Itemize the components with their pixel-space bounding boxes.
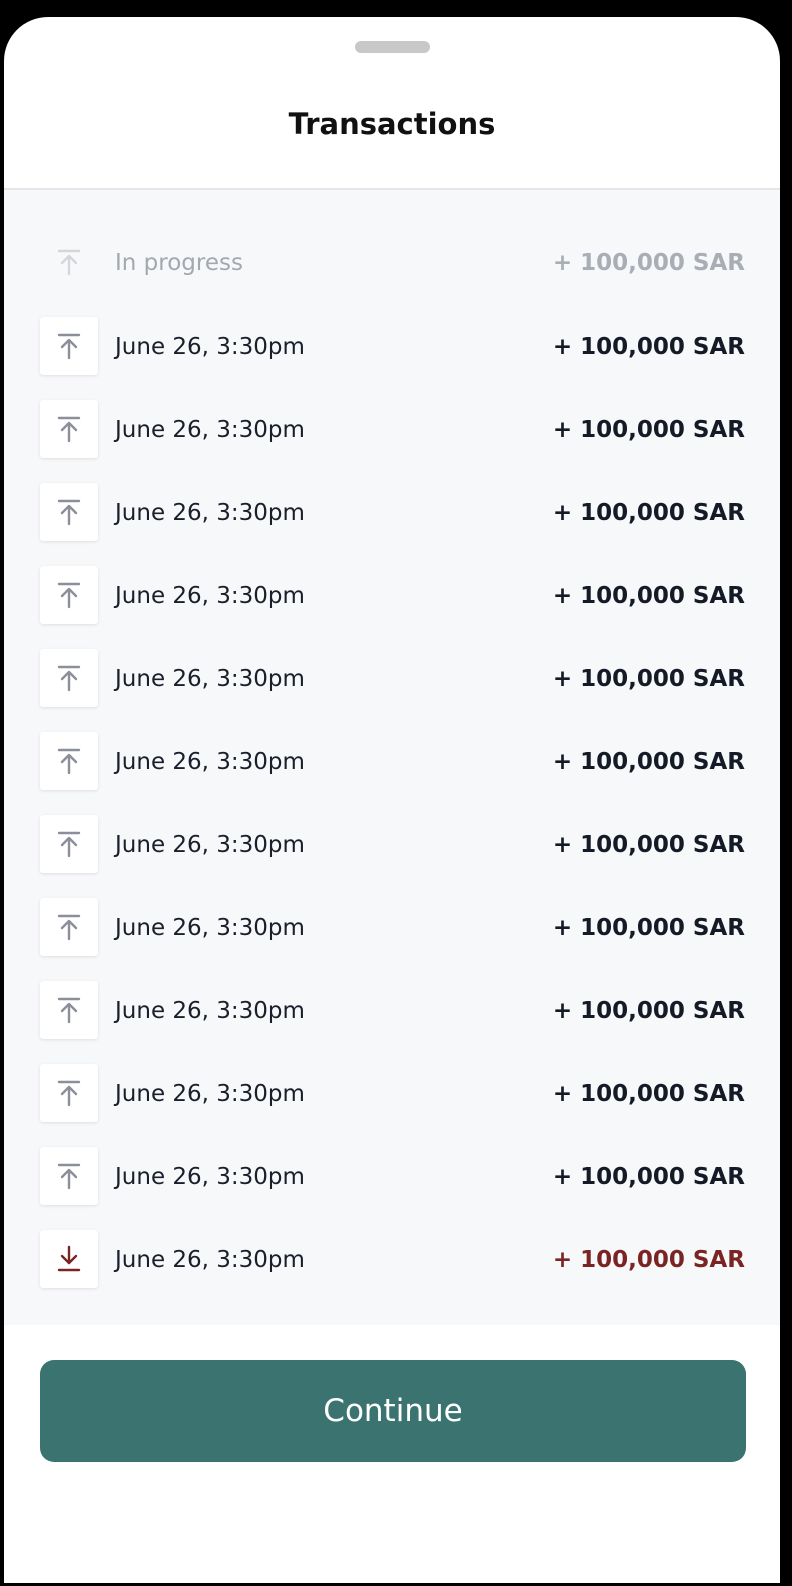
transaction-amount: + 100,000 SAR (552, 250, 745, 276)
download-icon (40, 1230, 98, 1288)
upload-icon (40, 400, 98, 458)
drag-handle[interactable] (355, 41, 430, 53)
upload-icon (40, 566, 98, 624)
transaction-row[interactable]: June 26, 3:30pm + 100,000 SAR (40, 1064, 745, 1124)
transaction-amount: + 100,000 SAR (552, 832, 745, 858)
continue-button[interactable]: Continue (40, 1360, 746, 1462)
transaction-date: June 26, 3:30pm (115, 749, 305, 775)
transaction-row[interactable]: June 26, 3:30pm + 100,000 SAR (40, 566, 745, 626)
transaction-row[interactable]: June 26, 3:30pm + 100,000 SAR (40, 483, 745, 543)
transaction-amount: + 100,000 SAR (552, 998, 745, 1024)
page-title: Transactions (288, 107, 496, 141)
upload-icon (40, 649, 98, 707)
transaction-date: June 26, 3:30pm (115, 1247, 305, 1273)
transaction-amount: + 100,000 SAR (552, 500, 745, 526)
transaction-date: June 26, 3:30pm (115, 1164, 305, 1190)
transaction-date: June 26, 3:30pm (115, 998, 305, 1024)
transaction-amount: + 100,000 SAR (552, 915, 745, 941)
upload-icon (40, 233, 98, 291)
transaction-date: June 26, 3:30pm (115, 915, 305, 941)
transaction-list[interactable]: In progress + 100,000 SAR June 26, 3:30p… (4, 188, 780, 1327)
transaction-amount: + 100,000 SAR (552, 1247, 745, 1273)
transaction-row[interactable]: June 26, 3:30pm + 100,000 SAR (40, 815, 745, 875)
transaction-row[interactable]: June 26, 3:30pm + 100,000 SAR (40, 1147, 745, 1207)
transaction-date: June 26, 3:30pm (115, 334, 305, 360)
upload-icon (40, 483, 98, 541)
sheet-footer: Continue (4, 1325, 780, 1583)
upload-icon (40, 317, 98, 375)
upload-icon (40, 815, 98, 873)
transaction-row[interactable]: June 26, 3:30pm + 100,000 SAR (40, 649, 745, 709)
transaction-row-debit[interactable]: June 26, 3:30pm + 100,000 SAR (40, 1230, 745, 1290)
transactions-sheet: Transactions In progress + 100,000 SAR J… (4, 17, 780, 1583)
transaction-row[interactable]: June 26, 3:30pm + 100,000 SAR (40, 732, 745, 792)
transaction-amount: + 100,000 SAR (552, 583, 745, 609)
transaction-amount: + 100,000 SAR (552, 749, 745, 775)
transaction-status: In progress (115, 250, 243, 276)
upload-icon (40, 1064, 98, 1122)
transaction-row[interactable]: June 26, 3:30pm + 100,000 SAR (40, 898, 745, 958)
transaction-amount: + 100,000 SAR (552, 1164, 745, 1190)
upload-icon (40, 732, 98, 790)
transaction-row[interactable]: June 26, 3:30pm + 100,000 SAR (40, 317, 745, 377)
transaction-date: June 26, 3:30pm (115, 417, 305, 443)
transaction-row[interactable]: June 26, 3:30pm + 100,000 SAR (40, 400, 745, 460)
transaction-date: June 26, 3:30pm (115, 832, 305, 858)
transaction-amount: + 100,000 SAR (552, 417, 745, 443)
transaction-amount: + 100,000 SAR (552, 1081, 745, 1107)
transaction-date: June 26, 3:30pm (115, 666, 305, 692)
upload-icon (40, 898, 98, 956)
transaction-date: June 26, 3:30pm (115, 1081, 305, 1107)
transaction-date: June 26, 3:30pm (115, 583, 305, 609)
transaction-row[interactable]: June 26, 3:30pm + 100,000 SAR (40, 981, 745, 1041)
transaction-amount: + 100,000 SAR (552, 334, 745, 360)
transaction-date: June 26, 3:30pm (115, 500, 305, 526)
transaction-row-pending[interactable]: In progress + 100,000 SAR (40, 233, 745, 293)
upload-icon (40, 981, 98, 1039)
upload-icon (40, 1147, 98, 1205)
transaction-amount: + 100,000 SAR (552, 666, 745, 692)
